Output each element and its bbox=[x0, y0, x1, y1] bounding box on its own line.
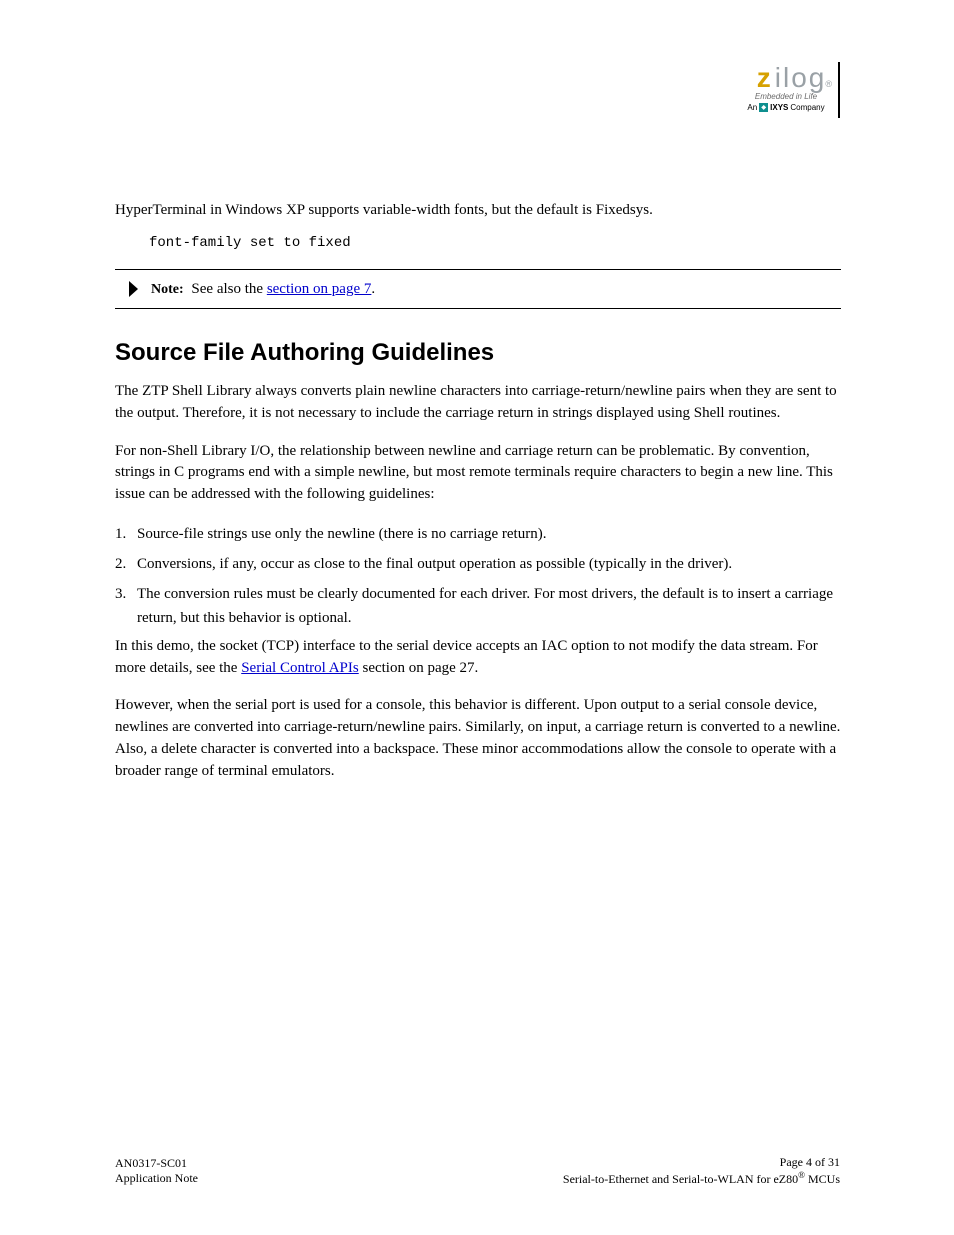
note-suffix: . bbox=[371, 281, 375, 297]
list-item: 1.Source-file strings use only the newli… bbox=[115, 522, 841, 546]
zilog-logo: z ilog ® bbox=[740, 62, 832, 94]
note-text: Note: See also the section on page 7. bbox=[151, 281, 841, 298]
p3-b: section on page 27. bbox=[359, 660, 479, 676]
company-ixys: IXYS bbox=[770, 103, 788, 112]
code-line: font-family set to fixed bbox=[115, 235, 841, 251]
footer-page-num: Page 4 of 31 bbox=[563, 1155, 840, 1170]
note-prefix: See also the bbox=[191, 281, 266, 297]
list-item-text: The conversion rules must be clearly doc… bbox=[137, 586, 833, 626]
logo-rest: ilog bbox=[775, 62, 827, 94]
guideline-list: 1.Source-file strings use only the newli… bbox=[115, 522, 841, 630]
paragraph-2: For non-Shell Library I/O, the relations… bbox=[115, 441, 841, 506]
footer-doc-title: Serial-to-Ethernet and Serial-to-WLAN fo… bbox=[563, 1170, 840, 1187]
brand-header: z ilog ® Embedded in Life An ◆ IXYS Comp… bbox=[740, 62, 840, 118]
paragraph-4: However, when the serial port is used fo… bbox=[115, 695, 841, 782]
company-line: An ◆ IXYS Company bbox=[740, 103, 832, 112]
body-text: The ZTP Shell Library always converts pl… bbox=[115, 381, 841, 782]
logo-letter-z: z bbox=[757, 62, 773, 94]
list-item: 2.Conversions, if any, occur as close to… bbox=[115, 552, 841, 576]
note-label: Note: bbox=[151, 282, 184, 297]
note-link[interactable]: section on page 7 bbox=[267, 281, 372, 297]
section-heading: Source File Authoring Guidelines bbox=[115, 339, 841, 367]
logo-registered: ® bbox=[825, 79, 832, 89]
company-rest: Company bbox=[790, 103, 824, 112]
note-block: Note: See also the section on page 7. bbox=[115, 269, 841, 309]
footer-left: AN0317-SC01 Application Note bbox=[115, 1156, 198, 1187]
footer-right: Page 4 of 31 Serial-to-Ethernet and Seri… bbox=[563, 1155, 840, 1187]
footer-doc-id: AN0317-SC01 bbox=[115, 1156, 198, 1172]
footer-doc-type: Application Note bbox=[115, 1171, 198, 1187]
ixys-icon: ◆ bbox=[759, 103, 768, 112]
company-an: An bbox=[747, 103, 757, 112]
list-item-text: Conversions, if any, occur as close to t… bbox=[137, 556, 732, 572]
note-arrow-icon bbox=[115, 280, 151, 298]
page-content: HyperTerminal in Windows XP supports var… bbox=[115, 200, 841, 798]
paragraph-3: In this demo, the socket (TCP) interface… bbox=[115, 636, 841, 680]
intro-paragraph: HyperTerminal in Windows XP supports var… bbox=[115, 200, 841, 221]
serial-control-link[interactable]: Serial Control APIs bbox=[241, 660, 359, 676]
list-item-text: Source-file strings use only the newline… bbox=[137, 526, 546, 542]
paragraph-1: The ZTP Shell Library always converts pl… bbox=[115, 381, 841, 425]
list-item: 3.The conversion rules must be clearly d… bbox=[115, 582, 841, 630]
